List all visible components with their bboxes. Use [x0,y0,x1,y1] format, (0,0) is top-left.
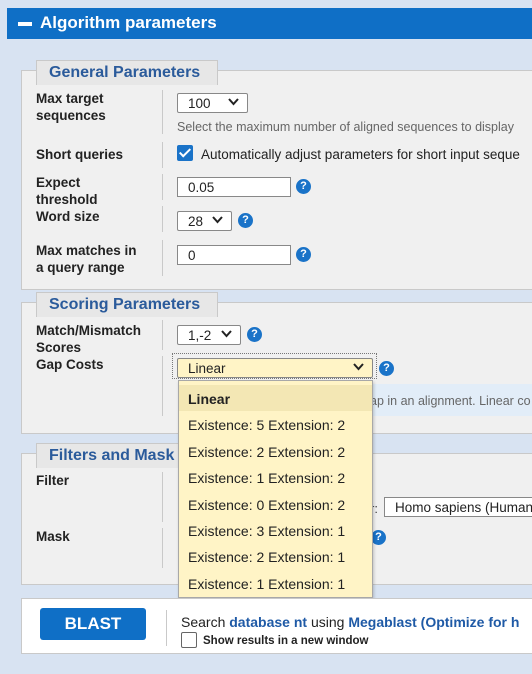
search-text: Search [181,614,226,630]
help-icon[interactable]: ? [296,179,311,194]
help-icon[interactable]: ? [296,247,311,262]
gap-costs-hint: ap in an alignment. Linear co [370,394,531,408]
match-mismatch-label: Match/Mismatch Scores [36,323,142,355]
mask-label: Mask [36,529,70,544]
gap-costs-dropdown: Linear Existence: 5 Extension: 2 Existence… [178,380,373,598]
divider [162,320,163,350]
blast-button[interactable]: BLAST [40,608,146,640]
divider [162,356,163,416]
expect-threshold-input[interactable]: 0.05 [177,177,291,197]
gap-option[interactable]: Existence: 3 Extension: 1 [179,517,372,543]
gap-costs-label: Gap Costs [36,357,104,372]
gap-costs-select[interactable]: Linear [177,358,373,378]
general-parameters-legend: General Parameters [36,60,218,85]
expect-threshold-label: Expect threshold [36,175,98,207]
new-window-label: Show results in a new window [203,635,369,647]
program-link[interactable]: Megablast (Optimize for h [348,614,519,630]
short-queries-checkbox[interactable] [177,145,193,161]
gap-option[interactable]: Existence: 2 Extension: 1 [179,543,372,569]
divider [162,240,163,276]
short-queries-text: Automatically adjust parameters for shor… [201,147,520,162]
gap-option[interactable]: Existence: 5 Extension: 2 [179,411,372,437]
max-target-hint: Select the maximum number of aligned seq… [177,120,514,134]
divider [162,472,163,522]
scoring-parameters-legend: Scoring Parameters [36,292,218,317]
section-title: Algorithm parameters [40,13,217,32]
divider [162,528,163,568]
new-window-checkbox[interactable] [181,632,197,648]
gap-option[interactable]: Existence: 2 Extension: 2 [179,438,372,464]
short-queries-label: Short queries [36,147,124,162]
help-icon[interactable]: ? [238,213,253,228]
divider [162,206,163,232]
chevron-down-icon [221,330,232,338]
gap-option[interactable]: Existence: 0 Extension: 2 [179,491,372,517]
gap-costs-value: Linear [188,361,226,376]
divider [162,142,163,168]
max-target-label: Max target sequences [36,91,106,123]
chevron-down-icon [353,363,364,371]
divider [166,610,167,646]
search-summary: Search database nt using Megablast (Opti… [181,614,519,630]
species-input[interactable]: Homo sapiens (Human [384,497,532,517]
divider [162,90,163,134]
max-target-select[interactable]: 100 [177,93,248,113]
gap-option[interactable]: Existence: 1 Extension: 1 [179,570,372,596]
help-icon[interactable]: ? [371,530,386,545]
filter-label: Filter [36,473,70,488]
divider [162,174,163,200]
collapse-icon[interactable] [18,22,32,26]
section-header[interactable]: Algorithm parameters [7,8,532,39]
word-size-select[interactable]: 28 [177,211,232,231]
chevron-down-icon [212,216,223,224]
max-matches-input[interactable]: 0 [177,245,291,265]
max-matches-label: Max matches in a query range [36,243,137,275]
max-target-value: 100 [188,96,211,111]
match-mismatch-value: 1,-2 [188,328,212,343]
help-icon[interactable]: ? [247,327,262,342]
gap-option[interactable]: Linear [179,385,372,411]
database-link[interactable]: database nt [229,614,307,630]
word-size-value: 28 [188,214,204,229]
gap-option[interactable]: Existence: 1 Extension: 2 [179,464,372,490]
match-mismatch-select[interactable]: 1,-2 [177,325,241,345]
word-size-label: Word size [36,209,100,224]
using-text: using [310,614,345,630]
chevron-down-icon [228,98,239,106]
help-icon[interactable]: ? [379,361,394,376]
